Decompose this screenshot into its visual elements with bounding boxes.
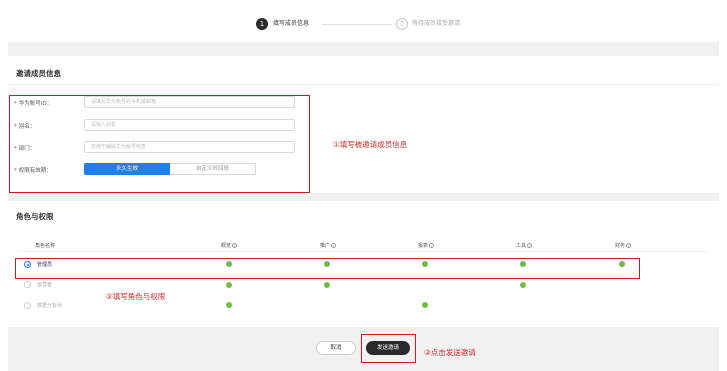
column-finance: 财务 i	[615, 242, 632, 249]
info-circle-icon[interactable]: i	[429, 243, 435, 248]
annotation-box-send	[361, 334, 416, 363]
annotation-box-member-info	[9, 95, 310, 193]
info-circle-icon[interactable]: i	[331, 243, 337, 248]
top-divider-band	[8, 42, 719, 56]
column-overview: 概览 i	[221, 242, 238, 249]
section-divider	[8, 84, 719, 85]
step-2-label: 等待成员接受邀请	[412, 20, 461, 27]
permission-dot	[422, 302, 428, 308]
step-1-label: 填写成员信息	[273, 20, 310, 27]
column-role-name: 角色名称	[35, 243, 56, 249]
info-circle-icon[interactable]: i	[232, 243, 238, 248]
permission-dot	[226, 282, 232, 288]
role-radio-operator[interactable]	[24, 281, 31, 288]
step-2-number: 2	[396, 18, 408, 30]
cancel-button[interactable]: 取消	[316, 341, 356, 355]
table-header-divider	[18, 251, 708, 252]
annotation-box-roles	[15, 258, 640, 279]
permission-dot	[324, 282, 330, 288]
role-radio-analyst[interactable]	[24, 302, 31, 309]
invite-section-title: 邀请成员信息	[16, 69, 61, 78]
role-name-operator: 运营者	[37, 282, 53, 288]
info-circle-icon[interactable]: i	[626, 243, 632, 248]
permission-dot	[226, 302, 232, 308]
permission-dot	[520, 282, 526, 288]
step-1-number: 1	[256, 18, 268, 30]
mid-divider-band	[8, 193, 719, 201]
annotation-step1: ①填写被邀请成员信息	[333, 140, 408, 149]
info-circle-icon[interactable]: i	[527, 243, 533, 248]
role-name-analyst: 数据分析师	[37, 303, 63, 309]
column-tools: 工具 i	[516, 242, 533, 249]
roles-section-title: 角色与权限	[16, 212, 54, 221]
step-connector	[322, 24, 392, 25]
annotation-step3: ③点击发送邀请	[424, 348, 476, 357]
annotation-step2: ②填写角色与权限	[106, 292, 166, 301]
column-promotion: 推广 i	[320, 242, 337, 249]
column-reports: 报表 i	[418, 242, 435, 249]
